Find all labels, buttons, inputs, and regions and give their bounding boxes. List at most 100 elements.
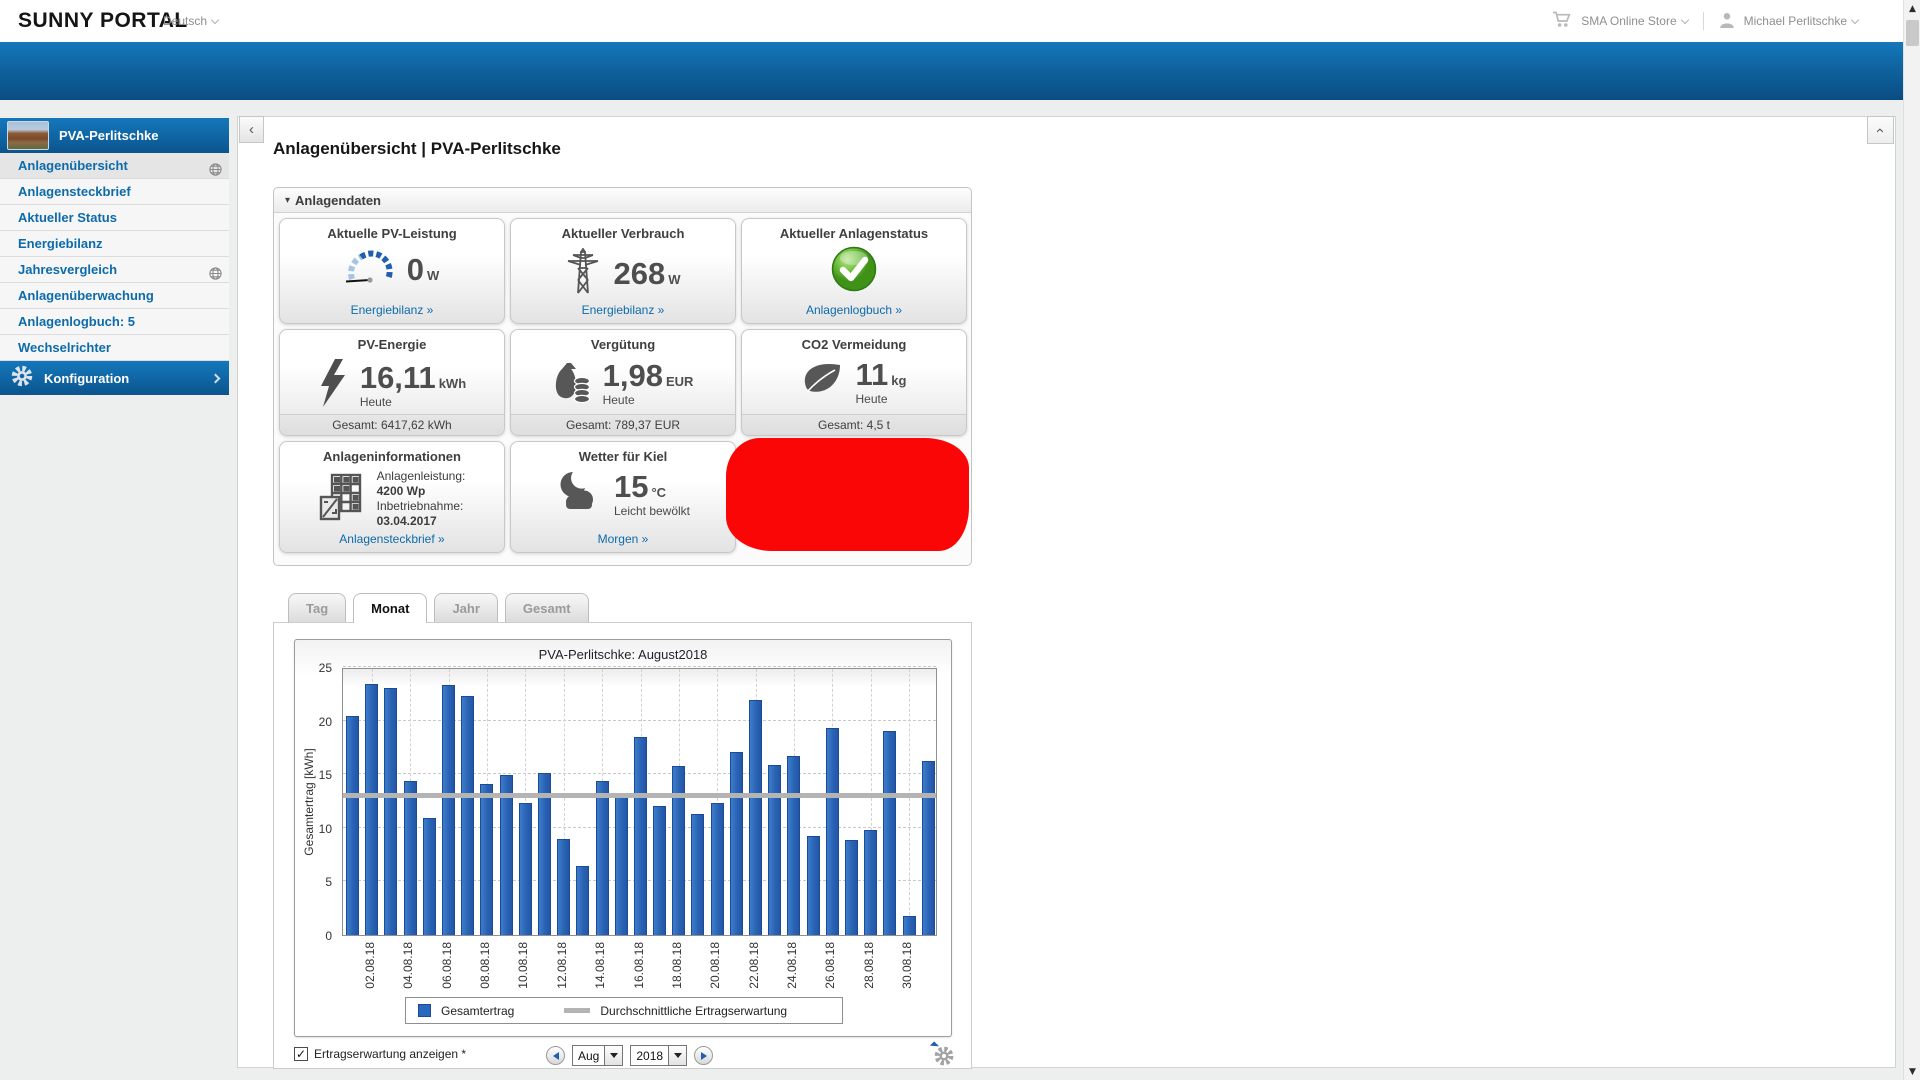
bar-day-3[interactable] xyxy=(384,688,398,935)
scroll-top-button[interactable]: ‹ xyxy=(1867,116,1894,144)
bar-day-16[interactable] xyxy=(633,736,647,935)
sidebar-collapse-button[interactable]: ‹ xyxy=(239,116,264,143)
plant-header[interactable]: PVA-Perlitschke xyxy=(0,118,229,153)
chart-settings-button[interactable] xyxy=(929,1041,955,1067)
x-axis-labels: 02.08.18 04.08.18 06.08.18 08.08.18 10.08.18… xyxy=(342,940,937,998)
bar-day-20[interactable] xyxy=(710,803,724,935)
checkbox-checked-icon[interactable]: ✓ xyxy=(294,1047,308,1061)
chevron-down-icon xyxy=(1680,15,1689,25)
bar-day-6[interactable] xyxy=(441,685,455,935)
sidebar-item-label: Aktueller Status xyxy=(18,210,117,225)
bar-day-21[interactable] xyxy=(729,751,743,935)
bar-day-25[interactable] xyxy=(806,836,820,935)
bar-day-15[interactable] xyxy=(614,796,628,935)
bar-day-18[interactable] xyxy=(672,765,686,935)
anlagendaten-header[interactable]: ▾ Anlagendaten xyxy=(274,188,971,213)
tile-title: Aktueller Verbrauch xyxy=(561,226,685,241)
y-tick-label: 25 xyxy=(318,661,332,675)
bar-day-27[interactable] xyxy=(845,839,859,935)
tab-monat[interactable]: Monat xyxy=(353,593,428,623)
bar-day-2[interactable] xyxy=(365,684,379,935)
select-arrow xyxy=(604,1046,623,1065)
bar-day-29[interactable] xyxy=(883,731,897,935)
panel-title: Anlagendaten xyxy=(295,192,381,208)
bar-day-5[interactable] xyxy=(422,818,436,935)
user-menu[interactable]: Michael Perlitschke xyxy=(1743,14,1860,28)
bar-day-31[interactable] xyxy=(921,761,935,935)
tile-grid: Aktuelle PV-Leistung 0W Energiebilanz » … xyxy=(274,213,971,558)
sidebar-item[interactable]: Energiebilanz xyxy=(0,231,229,257)
month-value: Aug xyxy=(578,1048,600,1063)
bar-day-19[interactable] xyxy=(691,813,705,935)
bar-day-1[interactable] xyxy=(346,716,359,935)
sidebar-item[interactable]: Anlagenlogbuch: 5 xyxy=(0,309,229,335)
bar-day-17[interactable] xyxy=(653,806,667,935)
bar-day-9[interactable] xyxy=(499,775,513,935)
bar-day-24[interactable] xyxy=(787,755,801,935)
legend-line-swatch xyxy=(564,1008,591,1013)
v-gridline xyxy=(909,669,911,935)
scrollbar-up-button[interactable]: ▲ xyxy=(1904,0,1920,17)
tile-total: Gesamt: 6417,62 kWh xyxy=(280,414,504,435)
tile-value: 15 xyxy=(613,469,649,504)
tile-title: Aktueller Anlagenstatus xyxy=(779,226,929,241)
tab-tag[interactable]: Tag xyxy=(288,593,347,622)
x-tick-label: 26.08.18 xyxy=(823,942,838,989)
sidebar-item-konfiguration[interactable]: Konfiguration xyxy=(0,361,229,395)
next-month-button[interactable] xyxy=(694,1046,714,1065)
bar-day-28[interactable] xyxy=(864,829,878,935)
user-label: Michael Perlitschke xyxy=(1743,14,1847,28)
scrollbar-thumb[interactable] xyxy=(1906,20,1919,46)
bar-day-14[interactable] xyxy=(595,780,609,935)
ertragserwartung-checkbox[interactable]: ✓ Ertragserwartung anzeigen * xyxy=(294,1047,466,1061)
anlagenlogbuch-link[interactable]: Anlagenlogbuch » xyxy=(742,303,966,317)
tab-gesamt[interactable]: Gesamt xyxy=(504,593,589,622)
bar-day-23[interactable] xyxy=(768,764,782,935)
sidebar-item[interactable]: Anlagenübersicht xyxy=(0,153,229,179)
sidebar-item[interactable]: Anlagenüberwachung xyxy=(0,283,229,309)
bar-day-4[interactable] xyxy=(403,780,417,935)
bar-day-12[interactable] xyxy=(557,838,571,935)
year-select[interactable]: 2018 xyxy=(630,1045,688,1066)
x-tick-label: 12.08.18 xyxy=(554,942,569,989)
sidebar-item[interactable]: Aktueller Status xyxy=(0,205,229,231)
language-selector[interactable]: Deutsch xyxy=(163,14,220,28)
redaction-blob xyxy=(726,438,969,551)
gauge-icon xyxy=(345,248,395,291)
status-ok-icon xyxy=(830,245,878,298)
divider xyxy=(1702,12,1704,30)
x-tick-label: 14.08.18 xyxy=(593,942,608,989)
tab-jahr[interactable]: Jahr xyxy=(434,593,498,622)
store-menu[interactable]: SMA Online Store xyxy=(1581,14,1689,28)
tile-co2: CO2 Vermeidung 11 kg Heute Gesamt: 4,5 t xyxy=(741,329,967,436)
bar-day-26[interactable] xyxy=(825,728,839,935)
energiebilanz-link[interactable]: Energiebilanz » xyxy=(280,303,504,317)
month-select[interactable]: Aug xyxy=(572,1045,624,1066)
morgen-link[interactable]: Morgen » xyxy=(511,532,735,546)
tile-period: Heute xyxy=(602,393,635,407)
average-expectation-line xyxy=(343,792,936,798)
sidebar-item[interactable]: Anlagensteckbrief xyxy=(0,179,229,205)
tile-value: 0 xyxy=(406,252,424,287)
tile-title: CO2 Vermeidung xyxy=(801,337,907,352)
bar-day-22[interactable] xyxy=(749,700,763,935)
plot-area xyxy=(342,666,937,936)
bar-day-7[interactable] xyxy=(461,695,475,935)
tab-content: PVA-Perlitschke: August2018 Gesamtertrag… xyxy=(273,622,972,1069)
bar-day-13[interactable] xyxy=(576,866,590,935)
y-axis-ticks: 0 5 10 15 20 25 xyxy=(295,661,338,943)
x-tick-label: 20.08.18 xyxy=(708,942,723,989)
bar-day-10[interactable] xyxy=(518,803,532,935)
previous-month-button[interactable] xyxy=(546,1046,565,1065)
bar-day-30[interactable] xyxy=(902,915,916,935)
bar-day-8[interactable] xyxy=(480,783,494,935)
anlagensteckbrief-link[interactable]: Anlagensteckbrief » xyxy=(280,532,504,546)
banner xyxy=(0,42,1903,100)
energiebilanz-link[interactable]: Energiebilanz » xyxy=(511,303,735,317)
scrollbar-down-button[interactable]: ▼ xyxy=(1904,1063,1920,1080)
tile-period: Heute xyxy=(359,395,392,409)
tile-unit: W xyxy=(426,268,440,283)
select-arrow xyxy=(668,1046,687,1065)
sidebar-item[interactable]: Wechselrichter xyxy=(0,335,229,361)
sidebar-item[interactable]: Jahresvergleich xyxy=(0,257,229,283)
